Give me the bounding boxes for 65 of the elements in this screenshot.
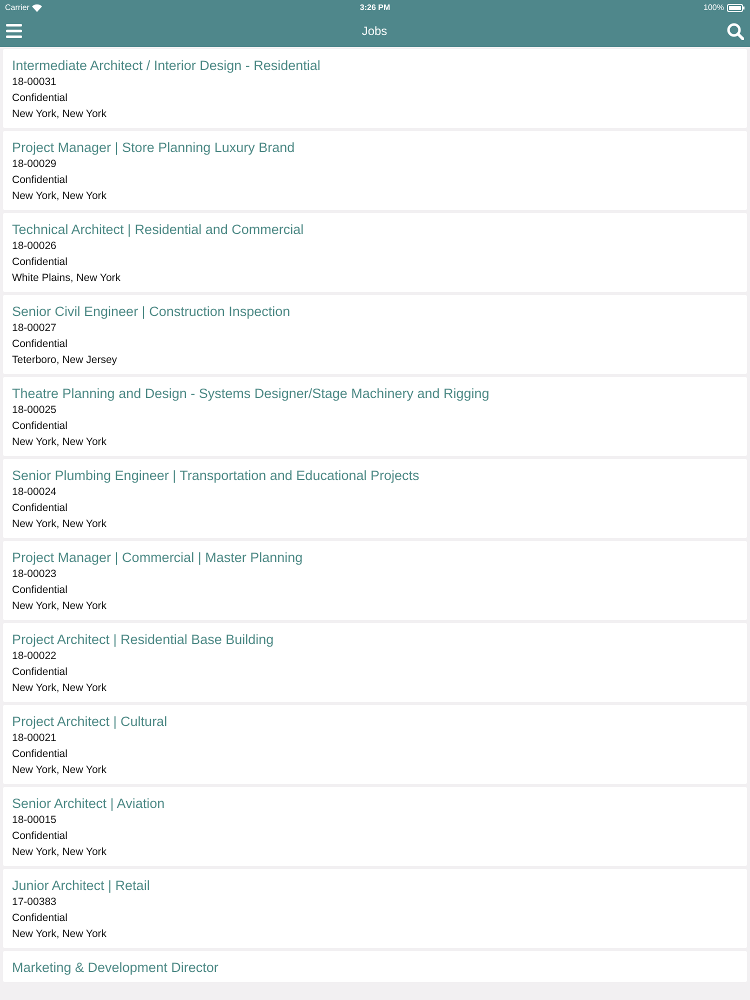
job-code: 18-00026 — [12, 239, 58, 254]
job-card[interactable]: Senior Plumbing Engineer | Transportation and Educational Projects 18-00024 Confidential New York, New York — [3, 459, 747, 538]
job-card[interactable]: Junior Architect | Retail 17-00383 Confidential New York, New York — [3, 869, 747, 948]
job-title[interactable]: Project Architect | Residential Base Building — [12, 631, 738, 648]
job-code: 18-00031 — [12, 75, 58, 90]
job-title[interactable]: Marketing & Development Director — [12, 959, 738, 976]
job-location: New York, New York — [12, 599, 108, 614]
job-card[interactable]: Project Architect | Cultural 18-00021 Confidential New York, New York — [3, 705, 747, 784]
job-card[interactable]: Technical Architect | Residential and Commercial 18-00026 Confidential White Plains, New York — [3, 213, 747, 292]
job-salary: Confidential — [12, 255, 68, 270]
job-location: New York, New York — [12, 681, 108, 696]
job-code: 18-00023 — [12, 567, 58, 582]
job-location: New York, New York — [12, 107, 108, 122]
job-card[interactable]: Project Manager | Store Planning Luxury Brand 18-00029 Confidential New York, New York — [3, 131, 747, 210]
job-code: 18-00022 — [12, 649, 58, 664]
job-title[interactable]: Project Architect | Cultural — [12, 713, 738, 730]
job-title[interactable]: Senior Architect | Aviation — [12, 795, 738, 812]
job-title[interactable]: Technical Architect | Residential and Commercial — [12, 221, 738, 238]
job-location: White Plains, New York — [12, 271, 122, 286]
job-title[interactable]: Senior Plumbing Engineer | Transportation and Educational Projects — [12, 467, 738, 484]
job-salary: Confidential — [12, 747, 68, 762]
battery-icon — [726, 4, 745, 12]
job-card[interactable]: Marketing & Development Director — [3, 951, 747, 982]
job-code: 18-00025 — [12, 403, 58, 418]
job-salary: Confidential — [12, 419, 68, 434]
job-code: 18-00024 — [12, 485, 58, 500]
job-title[interactable]: Intermediate Architect / Interior Design - Residential — [12, 57, 738, 74]
carrier-label: Carrier — [5, 3, 30, 12]
job-code: 17-00383 — [12, 895, 58, 910]
wifi-icon — [32, 4, 42, 12]
job-location: New York, New York — [12, 189, 108, 204]
job-location: New York, New York — [12, 927, 108, 942]
job-location: New York, New York — [12, 517, 108, 532]
nav-title: Jobs — [362, 24, 388, 38]
job-card[interactable]: Theatre Planning and Design - Systems Designer/Stage Machinery and Rigging 18-00025 Confidential New York, New York — [3, 377, 747, 456]
job-card[interactable]: Project Manager | Commercial | Master Planning 18-00023 Confidential New York, New York — [3, 541, 747, 620]
job-card[interactable]: Intermediate Architect / Interior Design - Residential 18-00031 Confidential New York, New York — [3, 49, 747, 128]
job-title[interactable]: Junior Architect | Retail — [12, 877, 738, 894]
job-title[interactable]: Theatre Planning and Design - Systems Designer/Stage Machinery and Rigging — [12, 385, 738, 402]
job-code: 18-00029 — [12, 157, 58, 172]
search-button[interactable] — [726, 22, 744, 40]
status-time: 3:26 PM — [360, 3, 390, 12]
job-salary: Confidential — [12, 829, 68, 844]
job-salary: Confidential — [12, 911, 68, 926]
job-card[interactable]: Senior Architect | Aviation 18-00015 Confidential New York, New York — [3, 787, 747, 866]
job-salary: Confidential — [12, 583, 68, 598]
job-salary: Confidential — [12, 337, 68, 352]
job-salary: Confidential — [12, 501, 68, 516]
menu-button[interactable] — [6, 24, 22, 38]
job-title[interactable]: Project Manager | Store Planning Luxury Brand — [12, 139, 738, 156]
job-salary: Confidential — [12, 173, 68, 188]
job-location: New York, New York — [12, 435, 108, 450]
job-code: 18-00015 — [12, 813, 58, 828]
job-salary: Confidential — [12, 665, 68, 680]
job-code: 18-00027 — [12, 321, 58, 336]
job-salary: Confidential — [12, 91, 68, 106]
job-location: New York, New York — [12, 763, 108, 778]
job-card[interactable]: Project Architect | Residential Base Building 18-00022 Confidential New York, New York — [3, 623, 747, 702]
job-card[interactable]: Senior Civil Engineer | Construction Inspection 18-00027 Confidential Teterboro, New Jersey — [3, 295, 747, 374]
job-location: New York, New York — [12, 845, 108, 860]
job-location: Teterboro, New Jersey — [12, 353, 118, 368]
job-code: 18-00021 — [12, 731, 58, 746]
job-title[interactable]: Senior Civil Engineer | Construction Inspection — [12, 303, 738, 320]
battery-percent: 100% — [704, 3, 724, 12]
job-title[interactable]: Project Manager | Commercial | Master Planning — [12, 549, 738, 566]
